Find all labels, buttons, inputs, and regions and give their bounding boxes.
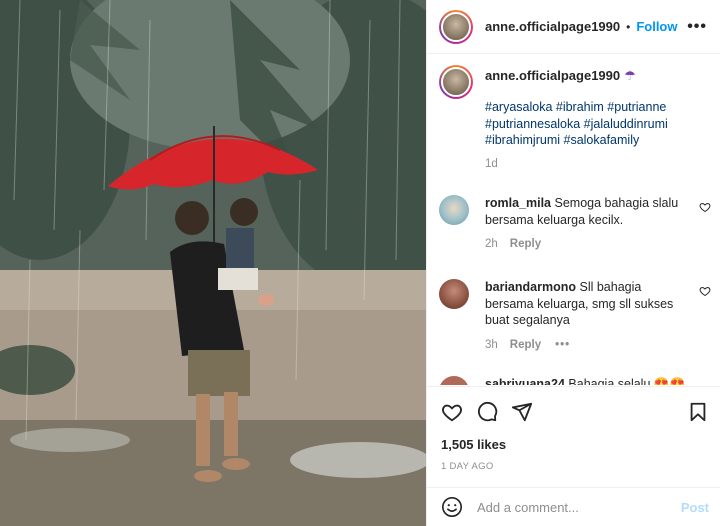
like-comment-heart-icon[interactable]: [699, 285, 711, 297]
follow-button[interactable]: Follow: [636, 19, 677, 34]
comment-meta: 2h Reply: [485, 236, 685, 253]
post-caption: anne.officialpage1990 ☂ #aryasaloka #ibra…: [439, 65, 709, 170]
comments-scroll-area[interactable]: anne.officialpage1990 ☂ #aryasaloka #ibra…: [427, 55, 720, 385]
comment-composer: Post: [427, 487, 720, 526]
umbrella-icon: ☂: [624, 68, 636, 83]
post-modal: anne.officialpage1990 • Follow ••• anne.…: [0, 0, 720, 526]
more-options-icon[interactable]: •••: [687, 18, 707, 36]
commenter-avatar[interactable]: [439, 195, 469, 225]
comment-username[interactable]: romla_mila: [485, 196, 551, 210]
commenter-avatar[interactable]: [439, 279, 469, 309]
comment-username[interactable]: sabriyuana24: [485, 377, 565, 385]
caption-username[interactable]: anne.officialpage1990: [485, 68, 620, 83]
comment-item: sabriyuana24 Bahagia selalu 😍😍: [439, 376, 717, 385]
post-header: anne.officialpage1990 • Follow •••: [427, 0, 720, 54]
comment-options-icon[interactable]: •••: [555, 337, 570, 354]
emoji-smiley-icon[interactable]: [441, 496, 463, 518]
share-send-icon[interactable]: [511, 401, 533, 423]
comment-time[interactable]: 3h: [485, 337, 498, 354]
post-comment-button[interactable]: Post: [681, 500, 709, 515]
like-comment-heart-icon[interactable]: [699, 201, 711, 213]
comment-bubble-icon[interactable]: [476, 401, 498, 423]
caption-time[interactable]: 1d: [485, 158, 709, 170]
comment-text: Bahagia selalu 😍😍: [568, 377, 686, 385]
like-heart-icon[interactable]: [441, 401, 463, 423]
comment-item: bariandarmono Sll bahagia bersama keluar…: [439, 279, 717, 353]
post-sidebar: anne.officialpage1990 • Follow ••• anne.…: [426, 0, 720, 526]
author-avatar[interactable]: [439, 9, 473, 44]
comment-meta: 3h Reply •••: [485, 337, 685, 354]
comment-username[interactable]: bariandarmono: [485, 280, 576, 294]
caption-hashtags[interactable]: #aryasaloka #ibrahim #putrianne #putrian…: [485, 99, 685, 149]
separator-dot: •: [626, 19, 631, 34]
comment-input[interactable]: [477, 499, 667, 515]
save-bookmark-icon[interactable]: [687, 401, 709, 423]
author-username[interactable]: anne.officialpage1990: [485, 19, 620, 34]
post-age[interactable]: 1 DAY AGO: [441, 461, 494, 472]
comment-time[interactable]: 2h: [485, 236, 498, 253]
reply-button[interactable]: Reply: [510, 337, 541, 354]
caption-avatar[interactable]: [439, 65, 473, 99]
post-actions: 1,505 likes 1 DAY AGO: [427, 386, 720, 486]
reply-button[interactable]: Reply: [510, 236, 541, 253]
commenter-avatar[interactable]: [439, 376, 469, 385]
photo-illustration: [0, 0, 426, 526]
comment-item: romla_mila Semoga bahagia slalu bersama …: [439, 195, 717, 253]
post-photo[interactable]: [0, 0, 426, 526]
likes-count[interactable]: 1,505 likes: [441, 437, 506, 452]
